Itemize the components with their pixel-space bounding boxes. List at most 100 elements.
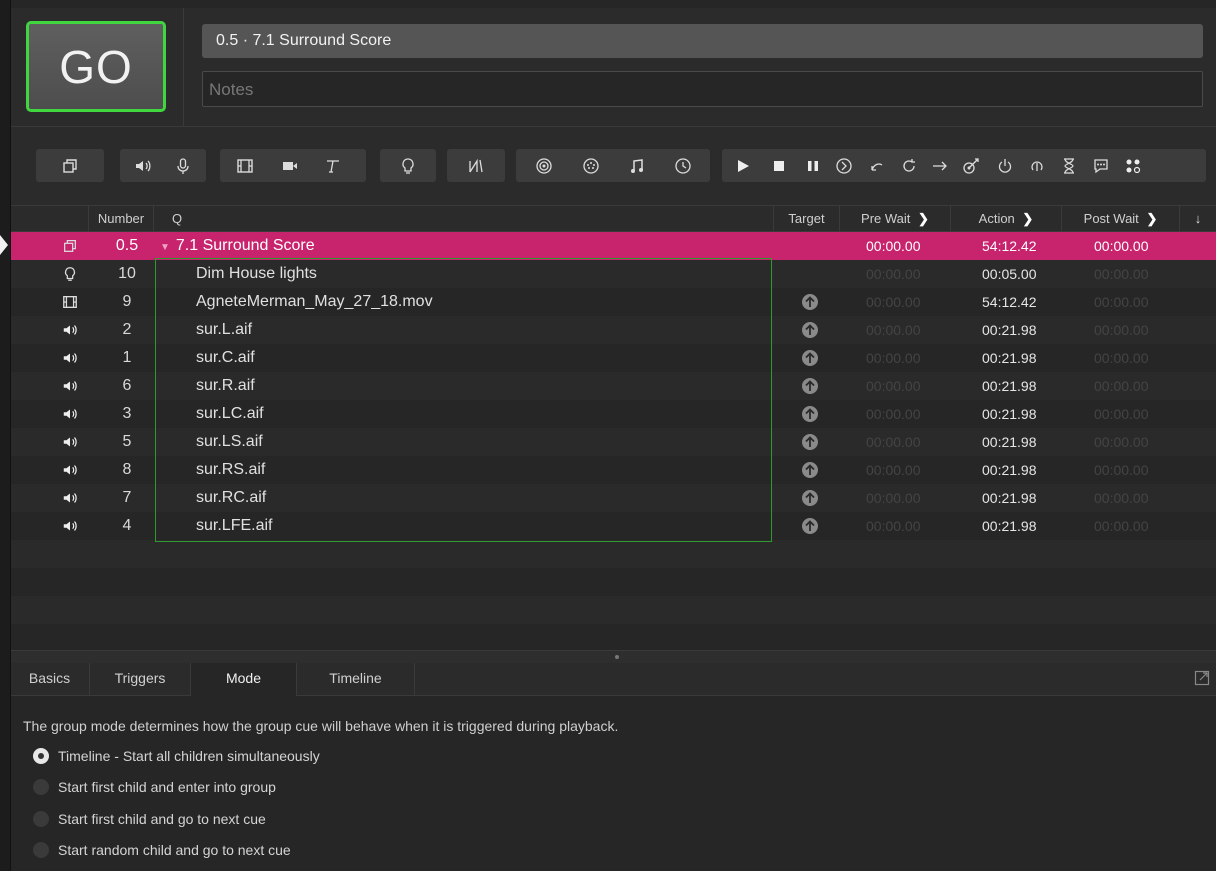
target-arrow-icon[interactable] (798, 400, 822, 428)
col-q[interactable]: Q (153, 206, 773, 231)
cue-name[interactable]: sur.L.aif (196, 316, 252, 344)
target-arrow-icon[interactable] (798, 512, 822, 540)
target-icon[interactable] (956, 149, 986, 182)
play-icon[interactable] (728, 149, 758, 182)
text-icon[interactable] (318, 149, 348, 182)
action-value[interactable]: 00:21.98 (982, 316, 1037, 344)
mode-option-next-cue[interactable]: Start first child and go to next cue (33, 809, 266, 829)
table-row[interactable]: 2 sur.L.aif 00:00.00 00:21.98 00:00.00 (10, 316, 1216, 344)
table-row[interactable]: 7 sur.RC.aif 00:00.00 00:21.98 00:00.00 (10, 484, 1216, 512)
post-wait-value[interactable]: 00:00.00 (1094, 316, 1149, 344)
cue-number[interactable]: 1 (100, 344, 154, 372)
cue-number[interactable]: 10 (100, 260, 154, 288)
radio-button-icon[interactable] (33, 779, 49, 795)
cue-name[interactable]: Dim House lights (196, 260, 317, 288)
pre-wait-value[interactable]: 00:00.00 (866, 428, 921, 456)
pause-icon[interactable] (798, 149, 828, 182)
pre-wait-value[interactable]: 00:00.00 (866, 484, 921, 512)
mode-option-timeline[interactable]: Timeline - Start all children simultaneo… (33, 746, 320, 766)
devamp-icon[interactable] (894, 149, 924, 182)
pre-wait-value[interactable]: 00:00.00 (866, 316, 921, 344)
target-arrow-icon[interactable] (798, 428, 822, 456)
action-value[interactable]: 00:21.98 (982, 428, 1037, 456)
action-value[interactable]: 54:12.42 (982, 288, 1037, 316)
cue-number[interactable]: 2 (100, 316, 154, 344)
target-arrow-icon[interactable] (798, 316, 822, 344)
arm-icon[interactable] (990, 149, 1020, 182)
memo-icon[interactable] (1086, 149, 1116, 182)
action-value[interactable]: 00:21.98 (982, 344, 1037, 372)
disarm-icon[interactable] (1022, 149, 1052, 182)
table-row[interactable]: 9 AgneteMerman_May_27_18.mov 00:00.00 54:12… (10, 288, 1216, 316)
col-number[interactable]: Number (88, 206, 153, 231)
cue-name[interactable]: sur.R.aif (196, 372, 255, 400)
stop-icon[interactable] (764, 149, 794, 182)
target-arrow-icon[interactable] (798, 484, 822, 512)
col-target[interactable]: Target (773, 206, 839, 231)
cue-number[interactable]: 5 (100, 428, 154, 456)
action-value[interactable]: 00:05.00 (982, 260, 1037, 288)
pre-wait-value[interactable]: 00:00.00 (866, 372, 921, 400)
target-arrow-icon[interactable] (798, 288, 822, 316)
action-value[interactable]: 00:21.98 (982, 456, 1037, 484)
table-row[interactable]: 6 sur.R.aif 00:00.00 00:21.98 00:00.00 (10, 372, 1216, 400)
cue-name[interactable]: sur.RC.aif (196, 484, 266, 512)
col-pre-wait[interactable]: Pre Wait ❯ (839, 206, 950, 231)
mode-option-random-child[interactable]: Start random child and go to next cue (33, 840, 291, 860)
action-value[interactable]: 00:21.98 (982, 512, 1037, 540)
col-action[interactable]: Action ❯ (950, 206, 1061, 231)
camera-icon[interactable] (275, 149, 305, 182)
table-row[interactable]: 5 sur.LS.aif 00:00.00 00:21.98 00:00.00 (10, 428, 1216, 456)
mode-option-enter-group[interactable]: Start first child and enter into group (33, 777, 276, 797)
action-value[interactable]: 00:21.98 (982, 400, 1037, 428)
post-wait-value[interactable]: 00:00.00 (1094, 260, 1149, 288)
pre-wait-value[interactable]: 00:00.00 (866, 260, 921, 288)
disclosure-triangle-icon[interactable]: ▼ (160, 242, 170, 253)
audio-icon[interactable] (128, 149, 158, 182)
post-wait-value[interactable]: 00:00.00 (1094, 428, 1149, 456)
table-row[interactable]: 8 sur.RS.aif 00:00.00 00:21.98 00:00.00 (10, 456, 1216, 484)
cue-number[interactable]: 3 (100, 400, 154, 428)
wait-icon[interactable] (1054, 149, 1084, 182)
go-button[interactable]: GO (26, 21, 166, 112)
target-arrow-icon[interactable] (798, 372, 822, 400)
action-value[interactable]: 00:21.98 (982, 372, 1037, 400)
light-icon[interactable] (393, 149, 423, 182)
cue-number[interactable]: 8 (100, 456, 154, 484)
tab-mode[interactable]: Mode (191, 663, 297, 696)
cue-name[interactable]: ▼ 7.1 Surround Score (160, 232, 315, 260)
tab-timeline[interactable]: Timeline (297, 663, 415, 695)
cue-name[interactable]: AgneteMerman_May_27_18.mov (196, 288, 433, 316)
pre-wait-value[interactable]: 00:00.00 (866, 232, 921, 260)
cue-name[interactable]: sur.C.aif (196, 344, 255, 372)
midi-icon[interactable] (576, 149, 606, 182)
video-icon[interactable] (230, 149, 260, 182)
post-wait-value[interactable]: 00:00.00 (1094, 512, 1149, 540)
post-wait-value[interactable]: 00:00.00 (1094, 344, 1149, 372)
radio-button-icon[interactable] (33, 748, 49, 764)
post-wait-value[interactable]: 00:00.00 (1094, 400, 1149, 428)
radio-button-icon[interactable] (33, 842, 49, 858)
music-icon[interactable] (622, 149, 652, 182)
post-wait-value[interactable]: 00:00.00 (1094, 484, 1149, 512)
post-wait-value[interactable]: 00:00.00 (1094, 372, 1149, 400)
tab-basics[interactable]: Basics (10, 663, 90, 695)
mic-icon[interactable] (168, 149, 198, 182)
network-icon[interactable] (529, 149, 559, 182)
table-row[interactable]: 4 sur.LFE.aif 00:00.00 00:21.98 00:00.00 (10, 512, 1216, 540)
cue-name[interactable]: sur.LC.aif (196, 400, 264, 428)
cue-number[interactable]: 0.5 (100, 232, 154, 260)
cue-name[interactable]: sur.LS.aif (196, 428, 263, 456)
pre-wait-value[interactable]: 00:00.00 (866, 456, 921, 484)
tab-triggers[interactable]: Triggers (90, 663, 191, 695)
goto-icon[interactable] (925, 149, 955, 182)
pre-wait-value[interactable]: 00:00.00 (866, 344, 921, 372)
pre-wait-value[interactable]: 00:00.00 (866, 288, 921, 316)
radio-button-icon[interactable] (33, 811, 49, 827)
timecode-icon[interactable] (668, 149, 698, 182)
cue-number[interactable]: 4 (100, 512, 154, 540)
post-wait-value[interactable]: 00:00.00 (1094, 288, 1149, 316)
pre-wait-value[interactable]: 00:00.00 (866, 400, 921, 428)
post-wait-value[interactable]: 00:00.00 (1094, 456, 1149, 484)
target-arrow-icon[interactable] (798, 456, 822, 484)
